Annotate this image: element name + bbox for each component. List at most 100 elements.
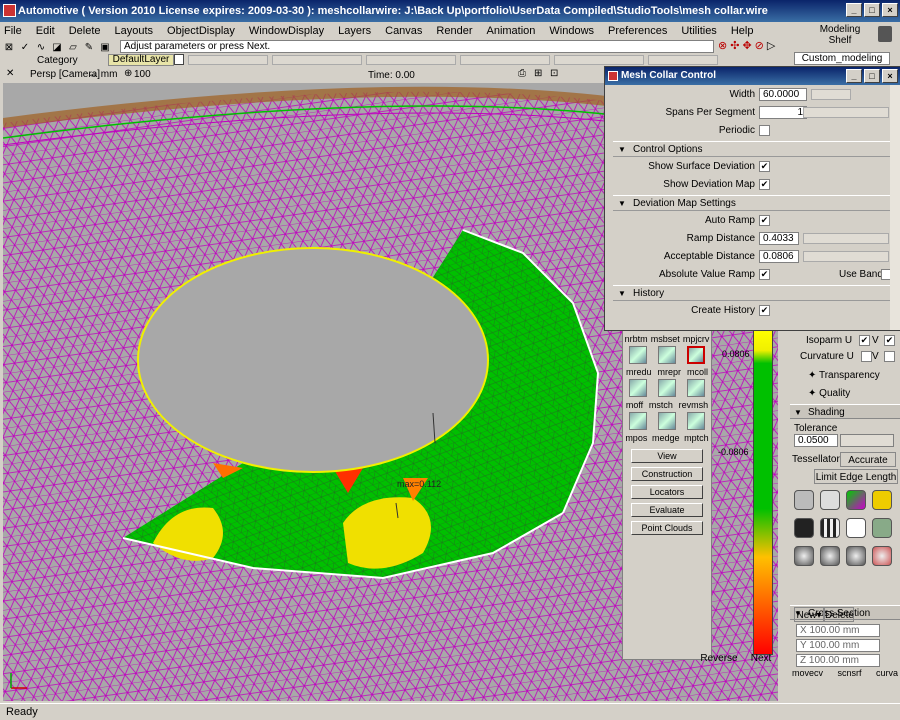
- tool-scnsrf[interactable]: scnsrf: [837, 668, 861, 678]
- shading-section[interactable]: Shading: [790, 404, 900, 420]
- dialog-scrollbar[interactable]: [890, 85, 900, 330]
- next-button[interactable]: Next: [742, 650, 780, 668]
- y-field[interactable]: Y 100.00 mm: [796, 639, 880, 652]
- delete-button[interactable]: Delete: [824, 607, 854, 622]
- control-options-section[interactable]: Control Options: [613, 141, 893, 157]
- construction-icon[interactable]: ⊘: [755, 39, 764, 52]
- curvature-v-checkbox[interactable]: [884, 351, 895, 362]
- zoom-icon[interactable]: ⊕: [124, 68, 132, 79]
- menu-windowdisplay[interactable]: WindowDisplay: [249, 25, 324, 37]
- pivot-icon[interactable]: ✥: [742, 39, 751, 52]
- transparency-row[interactable]: ✦ Transparency: [790, 368, 900, 383]
- camera-icon[interactable]: ⎙: [518, 68, 526, 79]
- spans-field[interactable]: 1: [759, 106, 807, 119]
- isoparm-u-checkbox[interactable]: ✔: [858, 334, 870, 346]
- viewport-close-icon[interactable]: ✕: [6, 68, 14, 79]
- tool-mstch[interactable]: mstch: [649, 399, 673, 412]
- shade-flat-icon[interactable]: [794, 490, 814, 510]
- shade-multi-icon[interactable]: [846, 490, 866, 510]
- shade-sphere-icon[interactable]: [794, 546, 814, 566]
- grid-snap-icon[interactable]: ✣: [730, 39, 739, 52]
- width-slider[interactable]: [811, 89, 851, 100]
- quality-row[interactable]: ✦ Quality: [790, 386, 900, 401]
- shade-black-icon[interactable]: [794, 518, 814, 538]
- tool-mrepr[interactable]: mrepr: [657, 366, 681, 379]
- surface-icon[interactable]: ▱: [66, 41, 80, 54]
- curvature-u-checkbox[interactable]: [860, 350, 872, 362]
- mpos-icon[interactable]: [628, 412, 647, 430]
- frame-icon[interactable]: ⊞: [534, 68, 542, 79]
- menu-canvas[interactable]: Canvas: [385, 25, 422, 37]
- menu-preferences[interactable]: Preferences: [608, 25, 667, 37]
- shade-env-icon[interactable]: [872, 518, 892, 538]
- trash-icon[interactable]: [878, 26, 892, 42]
- shade-smooth-icon[interactable]: [820, 490, 840, 510]
- ramp-distance-field[interactable]: 0.4033: [759, 232, 799, 245]
- tool-mredu[interactable]: mredu: [626, 366, 652, 379]
- menu-file[interactable]: File: [4, 25, 22, 37]
- layer-slot[interactable]: [366, 55, 456, 65]
- play-icon[interactable]: ▷: [767, 39, 775, 52]
- revmsh-icon[interactable]: [687, 379, 706, 397]
- accurate-button[interactable]: Accurate: [840, 452, 896, 467]
- auto-ramp-checkbox[interactable]: ✔: [759, 215, 770, 226]
- create-history-checkbox[interactable]: ✔: [759, 305, 770, 316]
- layer-slot[interactable]: [188, 55, 268, 65]
- palette-locators-button[interactable]: Locators: [631, 485, 703, 499]
- reverse-button[interactable]: Reverse: [700, 650, 738, 668]
- mptch-icon[interactable]: [687, 412, 706, 430]
- check-icon[interactable]: ✓: [18, 41, 32, 54]
- mredu-icon[interactable]: [628, 346, 647, 364]
- layer-slot[interactable]: [648, 55, 718, 65]
- brush-icon[interactable]: ✎: [82, 41, 96, 54]
- tool-movecv[interactable]: movecv: [792, 668, 823, 678]
- palette-view-button[interactable]: View: [631, 449, 703, 463]
- shade-sphere2-icon[interactable]: [820, 546, 840, 566]
- mesh-icon[interactable]: ◪: [50, 41, 64, 54]
- snap-icon[interactable]: ⊗: [718, 39, 727, 52]
- menu-help[interactable]: Help: [731, 25, 754, 37]
- medge-icon[interactable]: [657, 412, 676, 430]
- tool-mpos[interactable]: mpos: [625, 432, 647, 445]
- layer-slot[interactable]: [272, 55, 362, 65]
- palette-pointclouds-button[interactable]: Point Clouds: [631, 521, 703, 535]
- layer-icon[interactable]: ▣: [98, 41, 112, 54]
- show-surface-dev-checkbox[interactable]: ✔: [759, 161, 770, 172]
- palette-evaluate-button[interactable]: Evaluate: [631, 503, 703, 517]
- tool-nrbtm[interactable]: nrbtm: [625, 333, 648, 346]
- menu-render[interactable]: Render: [436, 25, 472, 37]
- menu-layouts[interactable]: Layouts: [115, 25, 154, 37]
- menu-utilities[interactable]: Utilities: [681, 25, 716, 37]
- x-field[interactable]: X 100.00 mm: [796, 624, 880, 637]
- abs-ramp-checkbox[interactable]: ✔: [759, 269, 770, 280]
- layer-toggle[interactable]: [174, 54, 184, 65]
- shade-wire-icon[interactable]: [846, 518, 866, 538]
- menu-edit[interactable]: Edit: [36, 25, 55, 37]
- palette-construction-button[interactable]: Construction: [631, 467, 703, 481]
- history-section[interactable]: History: [613, 285, 893, 301]
- width-field[interactable]: 60.0000: [759, 88, 807, 101]
- menu-windows[interactable]: Windows: [549, 25, 594, 37]
- limit-edge-button[interactable]: Limit Edge Length: [814, 469, 898, 484]
- acceptable-distance-field[interactable]: 0.0806: [759, 250, 799, 263]
- tool-curva[interactable]: curva: [876, 668, 898, 678]
- shade-gold-icon[interactable]: [872, 490, 892, 510]
- ramp-distance-slider[interactable]: [803, 233, 889, 244]
- new-button[interactable]: New▾: [794, 607, 824, 622]
- dialog-close-button[interactable]: ×: [882, 69, 898, 83]
- tool-mpjcrv[interactable]: mpjcrv: [683, 333, 710, 346]
- tool-revmsh[interactable]: revmsh: [679, 399, 709, 412]
- dialog-minimize-button[interactable]: _: [846, 69, 862, 83]
- tool-msbset[interactable]: msbset: [651, 333, 680, 346]
- shade-sphere3-icon[interactable]: [846, 546, 866, 566]
- layer-slot[interactable]: [554, 55, 644, 65]
- tolerance-field[interactable]: 0.0500: [794, 434, 838, 447]
- tool-medge[interactable]: medge: [652, 432, 680, 445]
- minimize-button[interactable]: _: [846, 3, 862, 17]
- mrepr-icon[interactable]: [657, 346, 676, 364]
- tool-mptch[interactable]: mptch: [684, 432, 709, 445]
- dialog-maximize-button[interactable]: □: [864, 69, 880, 83]
- shade-stripe-icon[interactable]: [820, 518, 840, 538]
- spans-slider[interactable]: [803, 107, 889, 118]
- close-button[interactable]: ×: [882, 3, 898, 17]
